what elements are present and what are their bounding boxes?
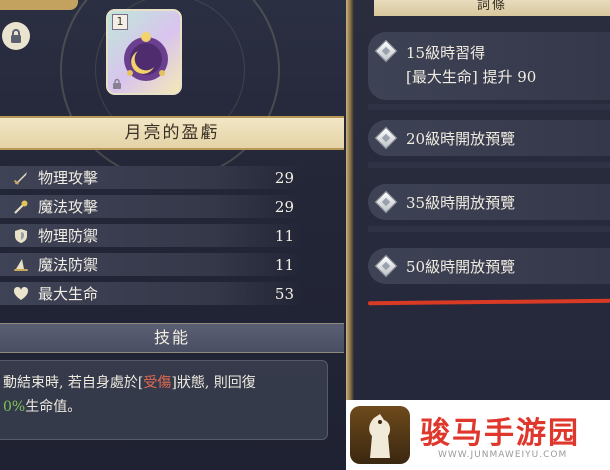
term-item-2[interactable]: 20級時開放預覽 xyxy=(368,120,610,156)
skill-description: 動結束時, 若自身處於[受傷]狀態, 則回復 0%生命值。 xyxy=(0,360,328,440)
diamond-icon xyxy=(374,254,398,278)
heart-icon xyxy=(12,285,30,303)
card-lock-icon xyxy=(113,78,121,89)
term-label: 50級時開放預覽 xyxy=(406,258,516,276)
stat-label: 魔法防禦 xyxy=(38,256,99,274)
watermark: 骏马手游园 WWW.JUNMAWEIYU.COM xyxy=(346,400,610,470)
stat-value: 53 xyxy=(274,284,294,303)
watermark-brand: 骏马手游园 xyxy=(420,416,580,451)
stat-row-magic-defense: 魔法防禦 11 xyxy=(0,250,310,279)
watermark-url: WWW.JUNMAWEIYU.COM xyxy=(438,450,568,460)
term-item-3[interactable]: 35級時開放預覽 xyxy=(368,184,610,220)
skill-line-1: 動結束時, 若自身處於[受傷]狀態, 則回復 xyxy=(3,371,319,395)
separator xyxy=(368,162,610,168)
top-tab xyxy=(0,0,78,10)
diamond-icon xyxy=(374,190,398,214)
separator xyxy=(368,226,610,232)
terms-header: 詞條 xyxy=(374,0,610,16)
lock-button[interactable] xyxy=(2,22,30,50)
horse-logo-icon xyxy=(350,406,410,464)
stat-value: 11 xyxy=(274,226,294,245)
item-name: 月亮的盈虧 xyxy=(0,116,344,150)
stat-label: 最大生命 xyxy=(38,285,99,303)
lock-icon xyxy=(11,29,21,43)
sword-icon xyxy=(12,169,30,187)
hat-icon xyxy=(12,256,30,274)
status-keyword: 受傷 xyxy=(143,375,172,391)
skill-text: 生命值。 xyxy=(25,399,82,415)
moon-emblem-icon xyxy=(124,32,168,81)
shield-icon xyxy=(12,227,30,245)
card-count: 1 xyxy=(112,14,128,30)
skill-text: 動結束時, 若自身處於[ xyxy=(3,375,144,391)
term-item-4[interactable]: 50級時開放預覽 xyxy=(368,248,610,284)
separator xyxy=(368,104,610,110)
stat-label: 魔法攻擊 xyxy=(38,198,99,216)
wand-icon xyxy=(12,198,30,216)
term-label: 15級時習得 xyxy=(406,44,486,62)
item-card[interactable]: 1 xyxy=(106,9,182,95)
stat-row-max-hp: 最大生命 53 xyxy=(0,279,310,308)
heal-percent: 0% xyxy=(3,399,26,415)
stat-row-physical-attack: 物理攻擊 29 xyxy=(0,163,310,192)
stat-label: 物理攻擊 xyxy=(38,169,99,187)
stat-value: 11 xyxy=(274,255,294,274)
diamond-icon xyxy=(374,39,398,63)
skill-header: 技能 xyxy=(0,323,344,353)
skill-text: ]狀態, 則回復 xyxy=(171,375,256,391)
stat-row-physical-defense: 物理防禦 11 xyxy=(0,221,310,250)
stat-value: 29 xyxy=(274,197,294,216)
item-detail-panel: 1 月亮的盈虧 物理攻擊 29 魔法攻擊 29 物理防禦 11 魔法防禦 11 … xyxy=(0,0,348,470)
stats-list: 物理攻擊 29 魔法攻擊 29 物理防禦 11 魔法防禦 11 最大生命 53 xyxy=(0,163,310,308)
diamond-icon xyxy=(374,126,398,150)
stat-row-magic-attack: 魔法攻擊 29 xyxy=(0,192,310,221)
term-effect: [最大生命] 提升 90 xyxy=(406,68,537,86)
skill-line-2: 0%生命值。 xyxy=(3,395,319,419)
term-item-1[interactable]: 15級時習得 [最大生命] 提升 90 xyxy=(368,32,610,100)
term-label: 35級時開放預覽 xyxy=(406,194,516,212)
stat-label: 物理防禦 xyxy=(38,227,99,245)
term-label: 20級時開放預覽 xyxy=(406,130,516,148)
red-annotation-line xyxy=(367,298,610,306)
stat-value: 29 xyxy=(274,168,294,187)
